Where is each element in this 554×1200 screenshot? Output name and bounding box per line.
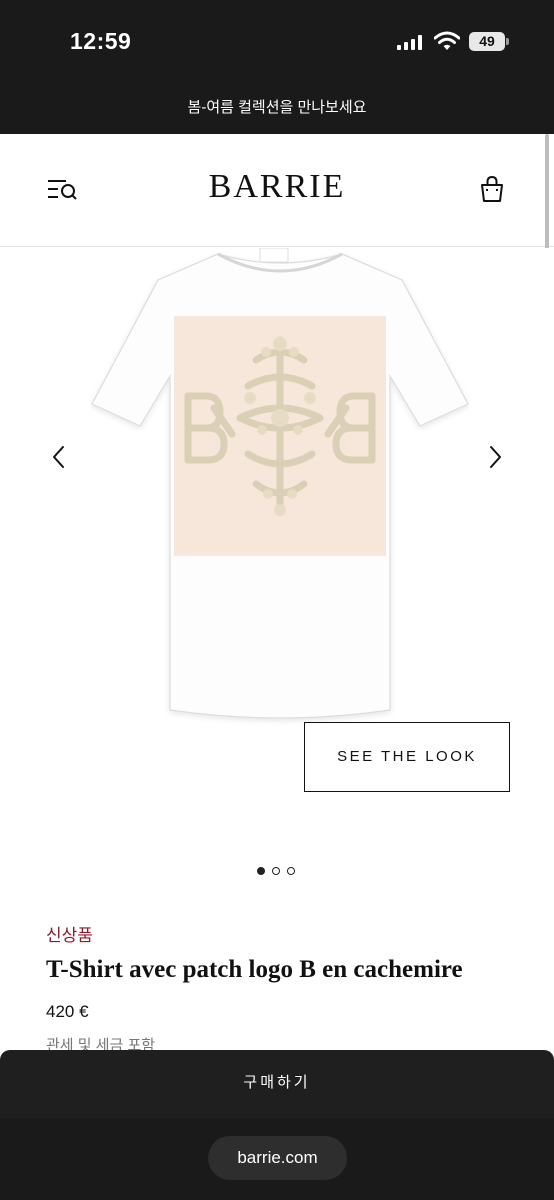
- site-header: BARRIE: [0, 134, 554, 247]
- brand-logo[interactable]: BARRIE: [0, 168, 554, 206]
- pagination-dot[interactable]: [257, 867, 265, 875]
- wifi-icon: [434, 31, 460, 50]
- status-bar: 12:59 49: [0, 0, 554, 82]
- product-title: T-Shirt avec patch logo B en cachemire: [46, 956, 463, 983]
- chevron-right-icon[interactable]: [482, 444, 508, 470]
- product-image[interactable]: [90, 248, 470, 748]
- product-price: 420 €: [46, 1002, 89, 1021]
- battery-nub: [506, 38, 509, 45]
- status-time: 12:59: [70, 28, 132, 54]
- buy-button[interactable]: 구매하기: [0, 1050, 554, 1118]
- browser-toolbar: barrie.com: [0, 1118, 554, 1200]
- shopping-bag-icon[interactable]: [478, 174, 506, 204]
- gallery-pagination: [257, 866, 297, 876]
- pagination-dot[interactable]: [287, 867, 295, 875]
- pagination-dot[interactable]: [272, 867, 280, 875]
- see-the-look-button[interactable]: SEE THE LOOK: [304, 722, 510, 792]
- new-arrival-badge: 신상품: [46, 926, 93, 945]
- chevron-left-icon[interactable]: [46, 444, 72, 470]
- announcement-bar[interactable]: 봄-여름 컬렉션을 만나보세요: [0, 82, 554, 134]
- url-bar[interactable]: barrie.com: [208, 1136, 347, 1180]
- product-gallery: SEE THE LOOK: [0, 248, 554, 860]
- battery-indicator: 49: [469, 32, 505, 51]
- cellular-signal-icon: [397, 35, 423, 50]
